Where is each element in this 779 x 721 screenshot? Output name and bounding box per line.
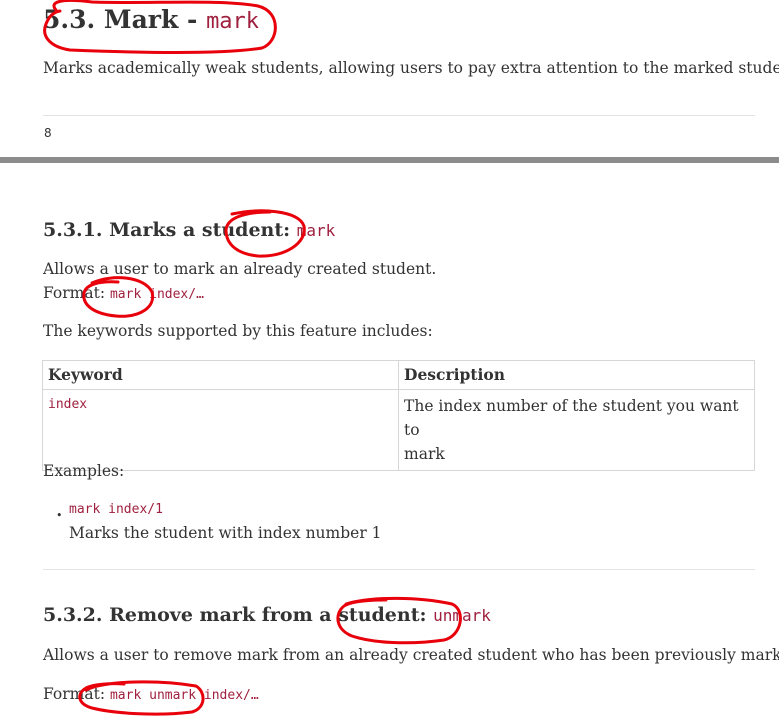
section-title-text: 5.3. Mark -: [43, 5, 207, 34]
keyword-code: index: [48, 397, 88, 412]
subsection-2-title-text: 5.3.2. Remove mark from a student:: [43, 604, 434, 626]
table-cell-keyword: index: [42, 389, 399, 471]
description-line-2: mark: [404, 445, 445, 463]
page-number: 8: [44, 126, 52, 140]
page-break-bar: [0, 157, 779, 163]
subsection-1-title-code: mark: [296, 221, 336, 240]
table-header-keyword: Keyword: [42, 360, 399, 390]
table-header-description: Description: [398, 360, 755, 390]
section-description: Marks academically weak students, allowi…: [43, 59, 779, 77]
table-row: index The index number of the student yo…: [42, 389, 755, 471]
section-title: 5.3. Mark - mark: [43, 5, 259, 34]
divider: [43, 569, 755, 570]
subsection-1-format: Format: mark index/…: [43, 284, 204, 302]
subsection-2-format: Format: mark unmark index/…: [43, 685, 259, 703]
subsection-1-title: 5.3.1. Marks a student: mark: [43, 219, 335, 241]
format-label: Format:: [43, 685, 106, 703]
description-line-1: The index number of the student you want…: [404, 397, 739, 439]
keywords-table: Keyword Description index The index numb…: [42, 360, 755, 471]
divider: [43, 115, 755, 116]
table-header-row: Keyword Description: [42, 360, 755, 390]
table-cell-description: The index number of the student you want…: [398, 389, 755, 471]
subsection-1-title-text: 5.3.1. Marks a student:: [43, 219, 297, 241]
subsection-1-description: Allows a user to mark an already created…: [43, 260, 437, 278]
format-label: Format:: [43, 284, 106, 302]
format-code: mark unmark index/…: [109, 688, 259, 703]
example-code: mark index/1: [69, 502, 163, 517]
format-code: mark index/…: [109, 287, 204, 302]
keywords-intro: The keywords supported by this feature i…: [43, 322, 433, 340]
subsection-2-description: Allows a user to remove mark from an alr…: [43, 646, 779, 664]
examples-label: Examples:: [43, 462, 125, 480]
section-title-code: mark: [206, 9, 260, 34]
example-text: Marks the student with index number 1: [69, 524, 382, 542]
subsection-2-title-code: unmark: [433, 606, 491, 625]
subsection-2-title: 5.3.2. Remove mark from a student: unmar…: [43, 604, 491, 626]
bullet-icon: •: [56, 509, 63, 522]
